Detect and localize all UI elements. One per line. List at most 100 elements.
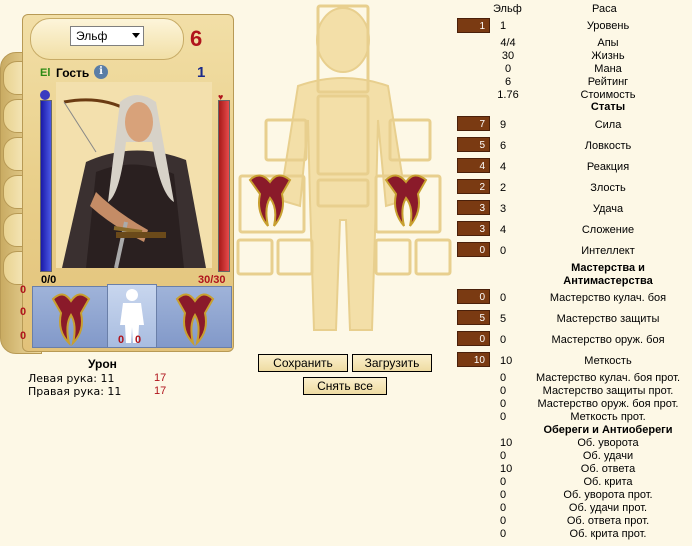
anti-mastery-value: 0 xyxy=(500,411,507,423)
stat-value: 6 xyxy=(500,140,507,152)
stat-input-agility[interactable]: 5 xyxy=(457,137,490,152)
charm-label: Об. удачи xyxy=(582,450,634,462)
mp-bar xyxy=(218,100,230,272)
stat-input-intellect[interactable]: 0 xyxy=(457,242,490,257)
load-button[interactable]: Загрузить xyxy=(352,354,432,372)
stat-value: 2 xyxy=(500,182,507,194)
charm-label: Об. удачи прот. xyxy=(568,502,648,514)
body-slot[interactable] xyxy=(107,284,157,348)
mastery-label: Мастерство защиты xyxy=(556,313,660,325)
stat-input-anger[interactable]: 2 xyxy=(457,179,490,194)
charm-value: 10 xyxy=(500,437,513,449)
anti-mastery-label: Меткость прот. xyxy=(570,411,646,423)
ring-slot-2 xyxy=(276,238,314,276)
anti-mastery-value: 0 xyxy=(500,398,507,410)
hp-bar-cap xyxy=(40,90,50,100)
charm-label: Об. ответа прот. xyxy=(566,515,650,527)
elf-portrait-image xyxy=(62,95,206,268)
hp-bar xyxy=(40,100,52,272)
damage-title: Урон xyxy=(88,357,117,371)
charm-value: 0 xyxy=(500,528,507,540)
mastery-input-weapon[interactable]: 0 xyxy=(457,331,490,346)
rail-number: 0 xyxy=(20,330,27,342)
rail-number: 0 xyxy=(20,284,27,296)
level-value: 1 xyxy=(500,20,507,32)
body-slot-number: 0 xyxy=(135,334,142,346)
ups-label: Апы xyxy=(597,37,619,49)
mp-bar-fill xyxy=(219,101,229,271)
stat-input-reaction[interactable]: 4 xyxy=(457,158,490,173)
mastery-value: 0 xyxy=(500,292,507,304)
info-icon[interactable]: i xyxy=(94,65,108,79)
charm-value: 10 xyxy=(500,463,513,475)
cost-label: Стоимость xyxy=(580,89,636,101)
anti-mastery-label: Мастерство защиты прот. xyxy=(542,385,674,397)
mastery-input-fist[interactable]: 0 xyxy=(457,289,490,304)
right-hand-damage-label: Правая рука: 11 xyxy=(28,385,122,398)
ring-slot-4 xyxy=(414,238,452,276)
mp-text: 30/30 xyxy=(198,274,226,286)
stat-input-strength[interactable]: 7 xyxy=(457,116,490,131)
mastery-value: 0 xyxy=(500,334,507,346)
stat-label: Удача xyxy=(592,203,624,215)
section-stats: Статы xyxy=(590,101,626,113)
stat-value: 9 xyxy=(500,119,507,131)
section-mastery-line2: Антимастерства xyxy=(563,275,653,287)
stat-label: Злость xyxy=(590,182,626,194)
charm-label: Об. уворота xyxy=(577,437,639,449)
mana-label: Мана xyxy=(594,63,622,75)
stat-label: Реакция xyxy=(586,161,630,173)
anti-mastery-value: 0 xyxy=(500,372,507,384)
ring-slot-3 xyxy=(374,238,412,276)
mastery-value: 5 xyxy=(500,313,507,325)
claw-weapon-icon xyxy=(175,293,215,347)
hp-bar-fill xyxy=(41,101,51,271)
level-input[interactable]: 1 xyxy=(457,18,490,33)
mastery-input-accuracy[interactable]: 10 xyxy=(457,352,490,367)
charm-value: 0 xyxy=(500,450,507,462)
header-race-name: Эльф xyxy=(493,3,522,15)
stat-label: Сложение xyxy=(581,224,635,236)
stat-label: Ловкость xyxy=(584,140,632,152)
character-card: Эльф 6 El Гость i 1 ♥ 0/0 30/30 0 0 0 0 … xyxy=(0,14,234,354)
mastery-label: Мастерство оруж. боя xyxy=(551,334,665,346)
left-hand-damage-value: 17 xyxy=(154,372,167,384)
unequip-all-button[interactable]: Снять все xyxy=(303,377,387,395)
save-button[interactable]: Сохранить xyxy=(258,354,348,372)
section-charms: Обереги и Антиобереги xyxy=(543,424,673,436)
doll-silhouette xyxy=(236,4,452,331)
claw-weapon-icon xyxy=(51,293,91,347)
character-level: 6 xyxy=(190,26,203,51)
life-label: Жизнь xyxy=(591,50,625,62)
body-slot-number: 0 xyxy=(118,334,125,346)
right-hand-slot[interactable] xyxy=(156,286,232,348)
stat-input-luck[interactable]: 3 xyxy=(457,200,490,215)
charm-label: Об. ответа xyxy=(580,463,636,475)
character-name: Гость xyxy=(56,66,90,80)
anti-mastery-label: Мастерство оруж. боя прот. xyxy=(537,398,679,410)
level-label: Уровень xyxy=(586,20,630,32)
body-silhouette-icon xyxy=(120,289,144,343)
race-select[interactable]: Эльф xyxy=(70,26,144,46)
charm-value: 0 xyxy=(500,502,507,514)
left-hand-slot[interactable] xyxy=(32,286,108,348)
anti-mastery-label: Мастерство кулач. боя прот. xyxy=(535,372,681,384)
stat-input-constitution[interactable]: 3 xyxy=(457,221,490,236)
right-hand-damage-value: 17 xyxy=(154,385,167,397)
stat-value: 4 xyxy=(500,161,507,173)
mastery-input-defense[interactable]: 5 xyxy=(457,310,490,325)
equipment-doll xyxy=(236,0,456,346)
left-hand-damage-label: Левая рука: 11 xyxy=(28,372,115,385)
character-portrait xyxy=(56,82,212,268)
rating-label: Рейтинг xyxy=(587,76,629,88)
character-level-small: 1 xyxy=(197,64,206,81)
mastery-label: Мастерство кулач. боя xyxy=(549,292,667,304)
charm-label: Об. крита прот. xyxy=(569,528,647,540)
mastery-value: 10 xyxy=(500,355,513,367)
stat-value: 3 xyxy=(500,203,507,215)
stat-label: Интеллект xyxy=(581,245,635,257)
charm-value: 0 xyxy=(500,515,507,527)
charm-value: 0 xyxy=(500,476,507,488)
header-race: Раса xyxy=(592,3,617,15)
hp-text: 0/0 xyxy=(41,274,57,286)
